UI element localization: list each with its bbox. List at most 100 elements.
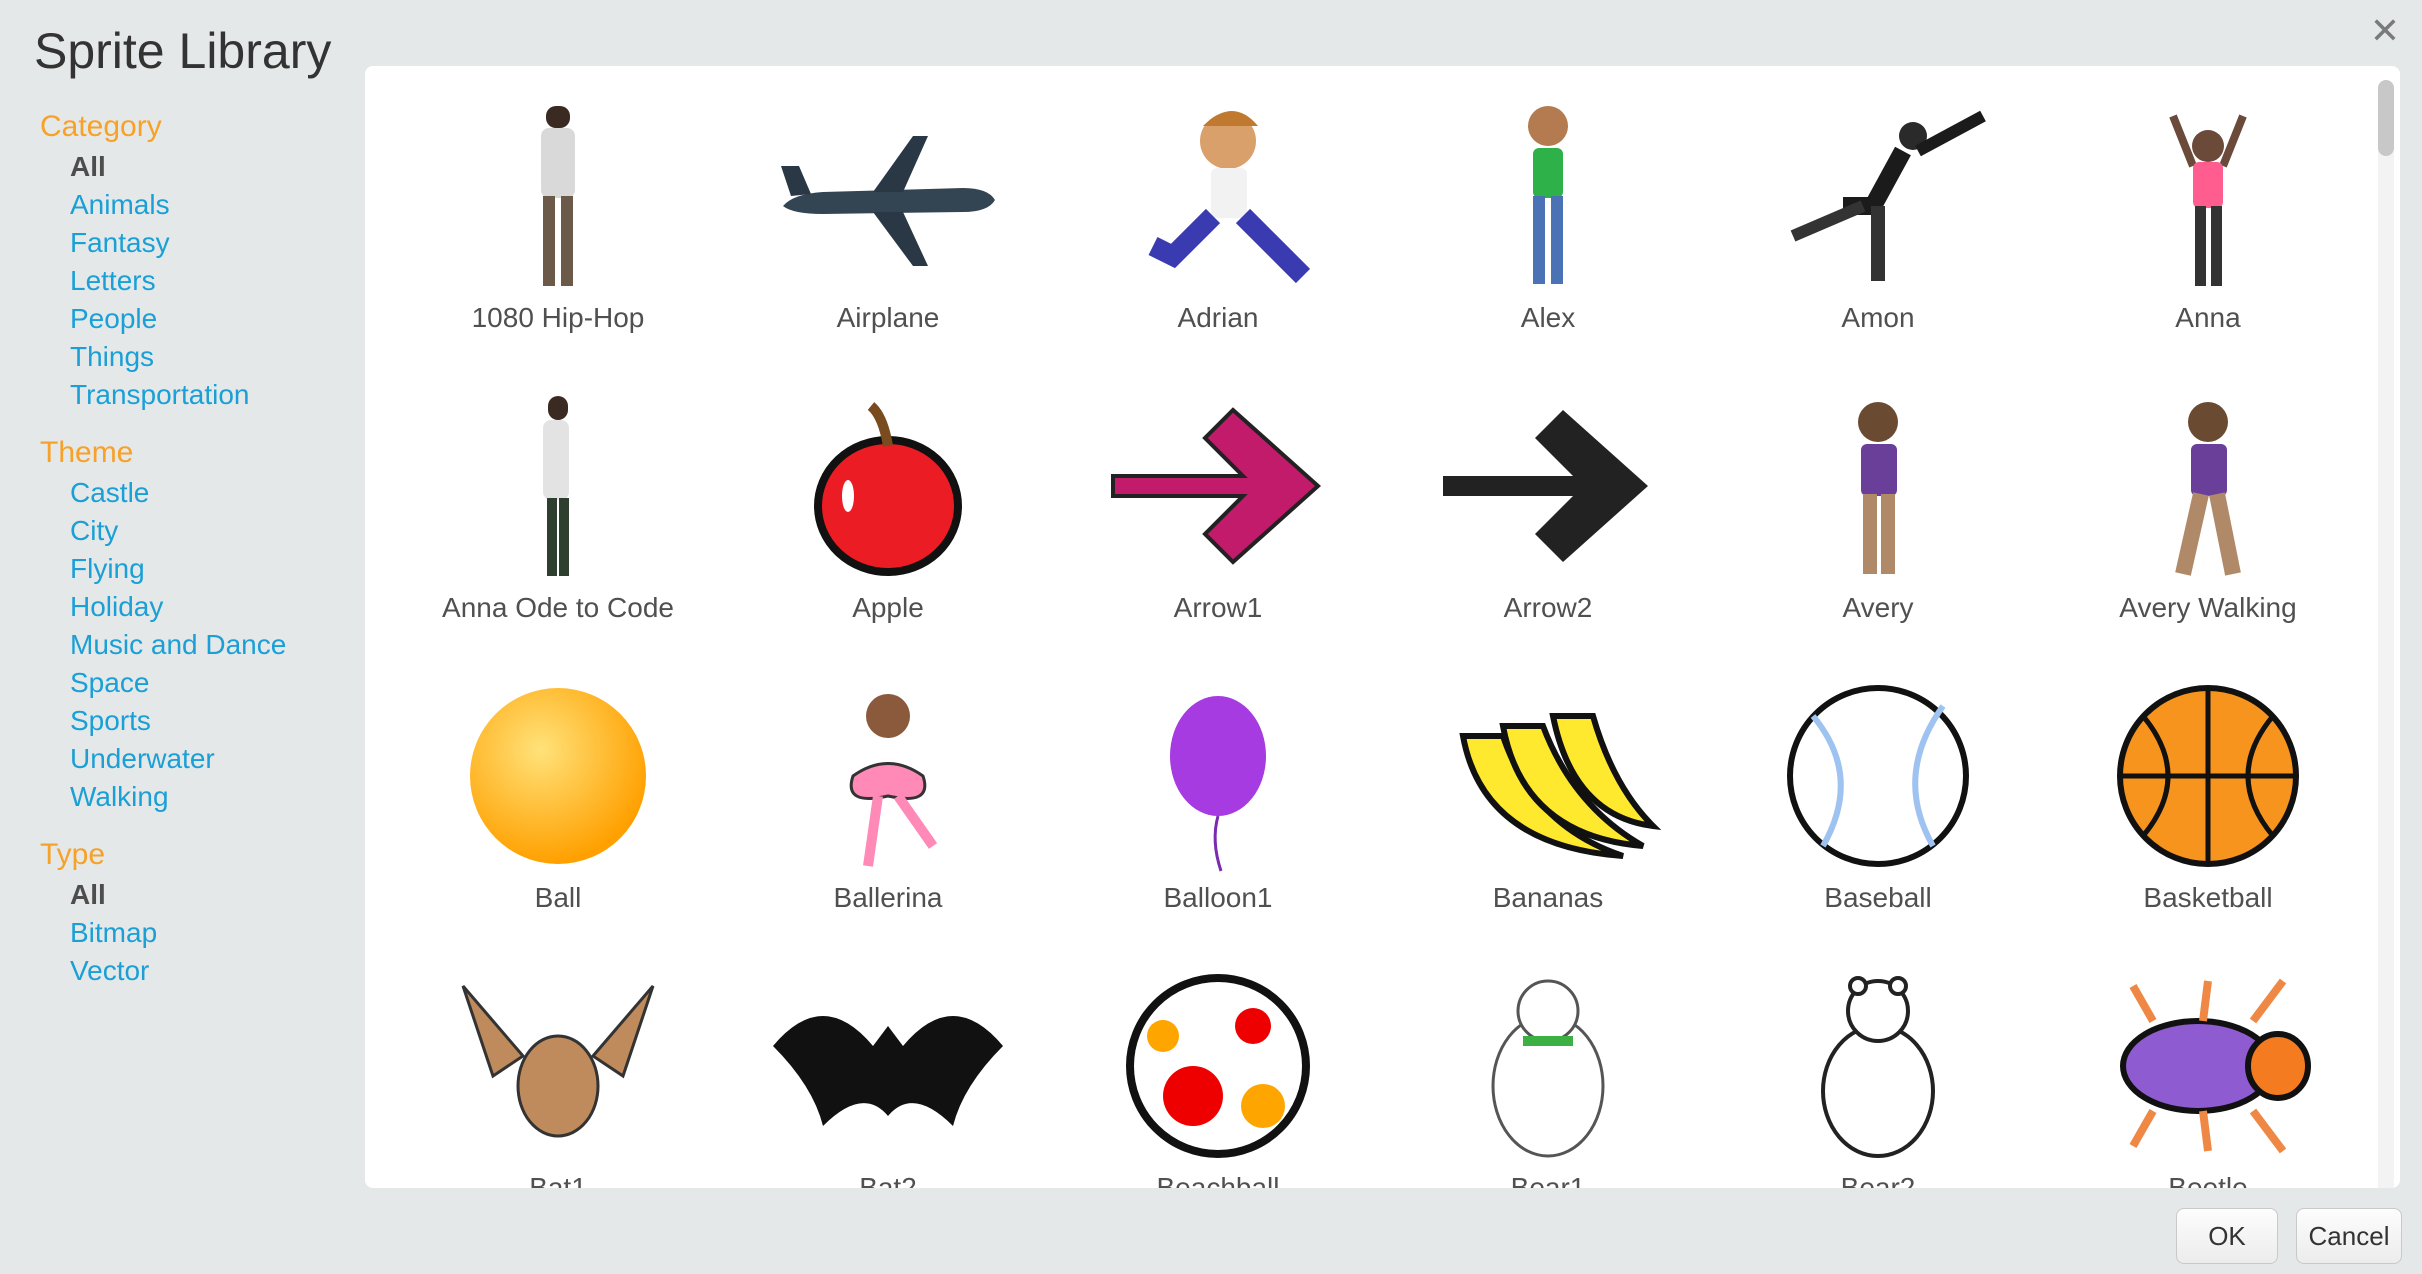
sprite-item[interactable]: Anna [2043, 96, 2373, 386]
sprite-label: Bat2 [859, 1172, 917, 1188]
sprite-label: Ball [534, 882, 582, 913]
beetle-icon [2083, 966, 2333, 1166]
scrollbar[interactable] [2378, 80, 2394, 1188]
theme-filter-music-and-dance[interactable]: Music and Dance [40, 626, 360, 664]
sprite-item[interactable]: Adrian [1053, 96, 1383, 386]
theme-list: Castle City Flying Holiday Music and Dance Sp… [40, 474, 360, 816]
sprite-item[interactable]: Bear2 [1713, 966, 2043, 1188]
sprite-label: Alex [1520, 302, 1576, 333]
sprite-label: Ballerina [833, 882, 943, 913]
airplane-icon [763, 96, 1013, 296]
category-filter-animals[interactable]: Animals [40, 186, 360, 224]
avery-icon [1753, 386, 2003, 586]
filter-sidebar: Category All Animals Fantasy Letters People T… [40, 110, 360, 990]
sprite-item[interactable]: Bat2 [723, 966, 1053, 1188]
sprite-item[interactable]: Alex [1383, 96, 1713, 386]
sprite-item[interactable]: Airplane [723, 96, 1053, 386]
sprite-label: Bear1 [1510, 1172, 1586, 1188]
sprite-item[interactable]: Avery Walking [2043, 386, 2373, 676]
bat-black-icon [763, 966, 1013, 1166]
sprite-panel: 1080 Hip-Hop Airplane Adrian Alex Amon Anna An… [365, 66, 2400, 1188]
running-boy-icon [1093, 96, 1343, 296]
category-filter-all[interactable]: All [40, 148, 360, 186]
sprite-label: Bat1 [529, 1172, 587, 1188]
sprite-label: Arrow2 [1503, 592, 1593, 623]
category-heading: Category [40, 110, 162, 143]
bear-outline-icon [1753, 966, 2003, 1166]
theme-heading: Theme [40, 436, 134, 469]
ballerina-icon [763, 676, 1013, 876]
type-filter-bitmap[interactable]: Bitmap [40, 914, 360, 952]
sprite-label: Amon [1841, 302, 1915, 333]
sprite-item[interactable]: Beachball [1053, 966, 1383, 1188]
sprite-label: Bear2 [1840, 1172, 1916, 1188]
beachball-icon [1093, 966, 1343, 1166]
sprite-item[interactable]: Balloon1 [1053, 676, 1383, 966]
basketball-icon [2083, 676, 2333, 876]
category-filter-things[interactable]: Things [40, 338, 360, 376]
category-list: All Animals Fantasy Letters People Things Tran… [40, 148, 360, 414]
sprite-grid: 1080 Hip-Hop Airplane Adrian Alex Amon Anna An… [393, 96, 2373, 1188]
bananas-icon [1423, 676, 1673, 876]
dancing-person-icon [1753, 96, 2003, 296]
theme-filter-castle[interactable]: Castle [40, 474, 360, 512]
sprite-item[interactable]: Avery [1713, 386, 2043, 676]
type-list: All Bitmap Vector [40, 876, 360, 990]
sprite-label: 1080 Hip-Hop [471, 302, 645, 333]
sprite-label: Balloon1 [1163, 882, 1273, 913]
sprite-label: Avery [1842, 592, 1914, 623]
category-filter-letters[interactable]: Letters [40, 262, 360, 300]
theme-filter-walking[interactable]: Walking [40, 778, 360, 816]
category-filter-fantasy[interactable]: Fantasy [40, 224, 360, 262]
sprite-item[interactable]: Ballerina [723, 676, 1053, 966]
sprite-item[interactable]: Beetle [2043, 966, 2373, 1188]
sprite-item[interactable]: Ball [393, 676, 723, 966]
sprite-label: Baseball [1824, 882, 1932, 913]
standing-girl-icon [1423, 96, 1673, 296]
sprite-label: Arrow1 [1173, 592, 1263, 623]
sprite-item[interactable]: Apple [723, 386, 1053, 676]
sprite-label: Bananas [1492, 882, 1604, 913]
balloon-icon [1093, 676, 1343, 876]
polar-bear-icon [1423, 966, 1673, 1166]
type-filter-all[interactable]: All [40, 876, 360, 914]
theme-filter-underwater[interactable]: Underwater [40, 740, 360, 778]
category-filter-transportation[interactable]: Transportation [40, 376, 360, 414]
sprite-label: Airplane [836, 302, 940, 333]
sprite-item[interactable]: Bat1 [393, 966, 723, 1188]
person-photo-side-icon [433, 386, 683, 586]
sprite-item[interactable]: Amon [1713, 96, 2043, 386]
sprite-label: Beachball [1156, 1172, 1280, 1188]
avery-walking-icon [2083, 386, 2333, 586]
ok-button[interactable]: OK [2176, 1208, 2278, 1264]
theme-filter-space[interactable]: Space [40, 664, 360, 702]
theme-filter-city[interactable]: City [40, 512, 360, 550]
theme-filter-sports[interactable]: Sports [40, 702, 360, 740]
sprite-item[interactable]: Arrow1 [1053, 386, 1383, 676]
sprite-label: Beetle [2168, 1172, 2248, 1188]
sprite-label: Anna [2175, 302, 2241, 333]
sprite-item[interactable]: Baseball [1713, 676, 2043, 966]
close-icon[interactable]: ✕ [2370, 10, 2400, 52]
bat-brown-icon [433, 966, 683, 1166]
category-filter-people[interactable]: People [40, 300, 360, 338]
sprite-item[interactable]: Anna Ode to Code [393, 386, 723, 676]
sprite-item[interactable]: 1080 Hip-Hop [393, 96, 723, 386]
sprite-label: Avery Walking [2119, 592, 2297, 623]
dialog-title: Sprite Library [34, 23, 332, 79]
type-filter-vector[interactable]: Vector [40, 952, 360, 990]
theme-filter-holiday[interactable]: Holiday [40, 588, 360, 626]
sprite-item[interactable]: Bananas [1383, 676, 1713, 966]
sprite-label: Basketball [2143, 882, 2273, 913]
sprite-label: Anna Ode to Code [442, 592, 674, 623]
arms-up-girl-icon [2083, 96, 2333, 296]
sprite-item[interactable]: Arrow2 [1383, 386, 1713, 676]
scrollbar-thumb[interactable] [2378, 80, 2394, 156]
cancel-button[interactable]: Cancel [2296, 1208, 2402, 1264]
arrow-black-icon [1423, 386, 1673, 586]
ball-icon [433, 676, 683, 876]
type-heading: Type [40, 838, 106, 871]
theme-filter-flying[interactable]: Flying [40, 550, 360, 588]
sprite-item[interactable]: Basketball [2043, 676, 2373, 966]
sprite-item[interactable]: Bear1 [1383, 966, 1713, 1188]
